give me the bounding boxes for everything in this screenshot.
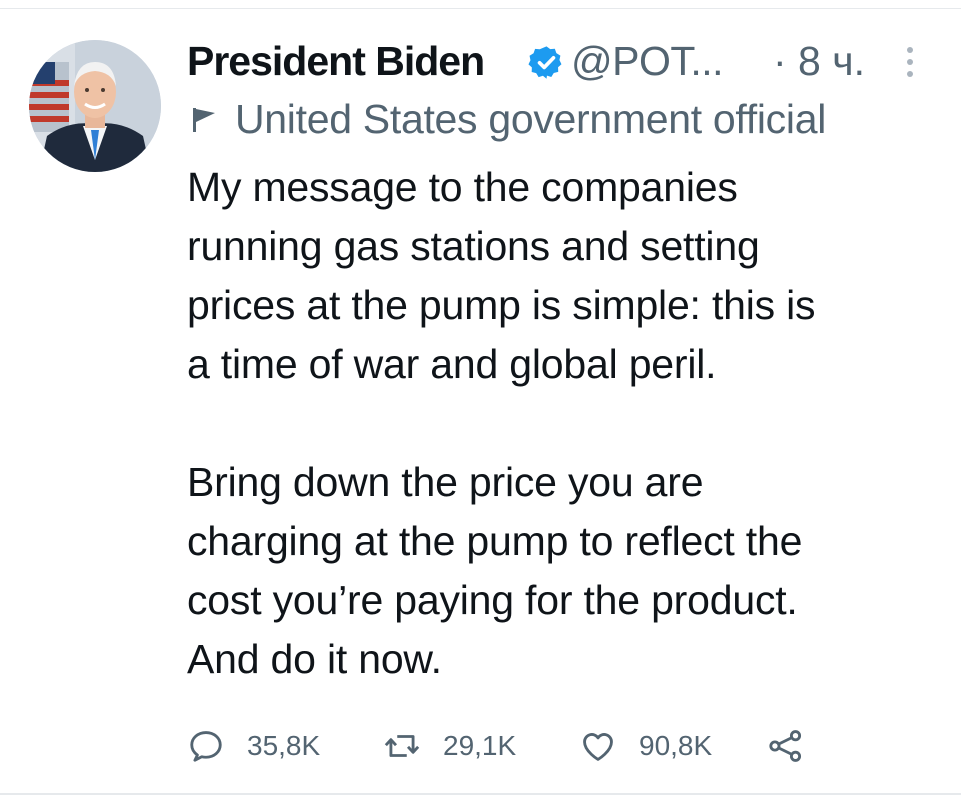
retweet-count: 29,1K [443,730,517,761]
more-options-icon[interactable] [900,44,920,80]
reply-icon [190,731,222,762]
handle[interactable]: @POT... [571,38,724,85]
heart-icon [583,733,613,761]
display-name[interactable]: President Biden [187,38,485,85]
verified-badge-icon [528,46,562,79]
timestamp[interactable]: · 8 ч. [773,38,865,85]
reply-count: 35,8K [247,730,321,761]
account-label-text: United States government official [235,96,827,142]
retweet-icon [384,735,420,757]
tweet-text: My message to the companies running gas … [187,158,927,689]
tweet-text-line: cost you’re paying for the product. [187,577,798,623]
reply-button[interactable]: 35,8K [187,722,320,770]
top-divider [0,8,961,9]
tweet-text-line: a time of war and global peril. [187,341,717,387]
tweet-text-line: My message to the companies [187,164,738,210]
share-icon [769,730,802,762]
tweet-header: President Biden @POT... · 8 ч. [187,34,927,90]
government-flag-icon [193,108,215,132]
like-button[interactable]: 90,8K [579,722,712,770]
tweet-text-line: Bring down the price you are [187,459,704,505]
bottom-divider [0,793,961,795]
tweet-text-line: running gas stations and setting [187,223,760,269]
avatar[interactable] [29,40,161,172]
avatar-photo [29,40,161,172]
tweet-actions: 35,8K 29,1K 90,8K [187,722,927,770]
tweet-text-line: And do it now. [187,636,442,682]
retweet-button[interactable]: 29,1K [383,722,516,770]
tweet-text-line: charging at the pump to reflect the [187,518,803,564]
like-count: 90,8K [639,730,713,761]
tweet-text-line: prices at the pump is simple: this is [187,282,816,328]
share-button[interactable] [767,722,805,770]
